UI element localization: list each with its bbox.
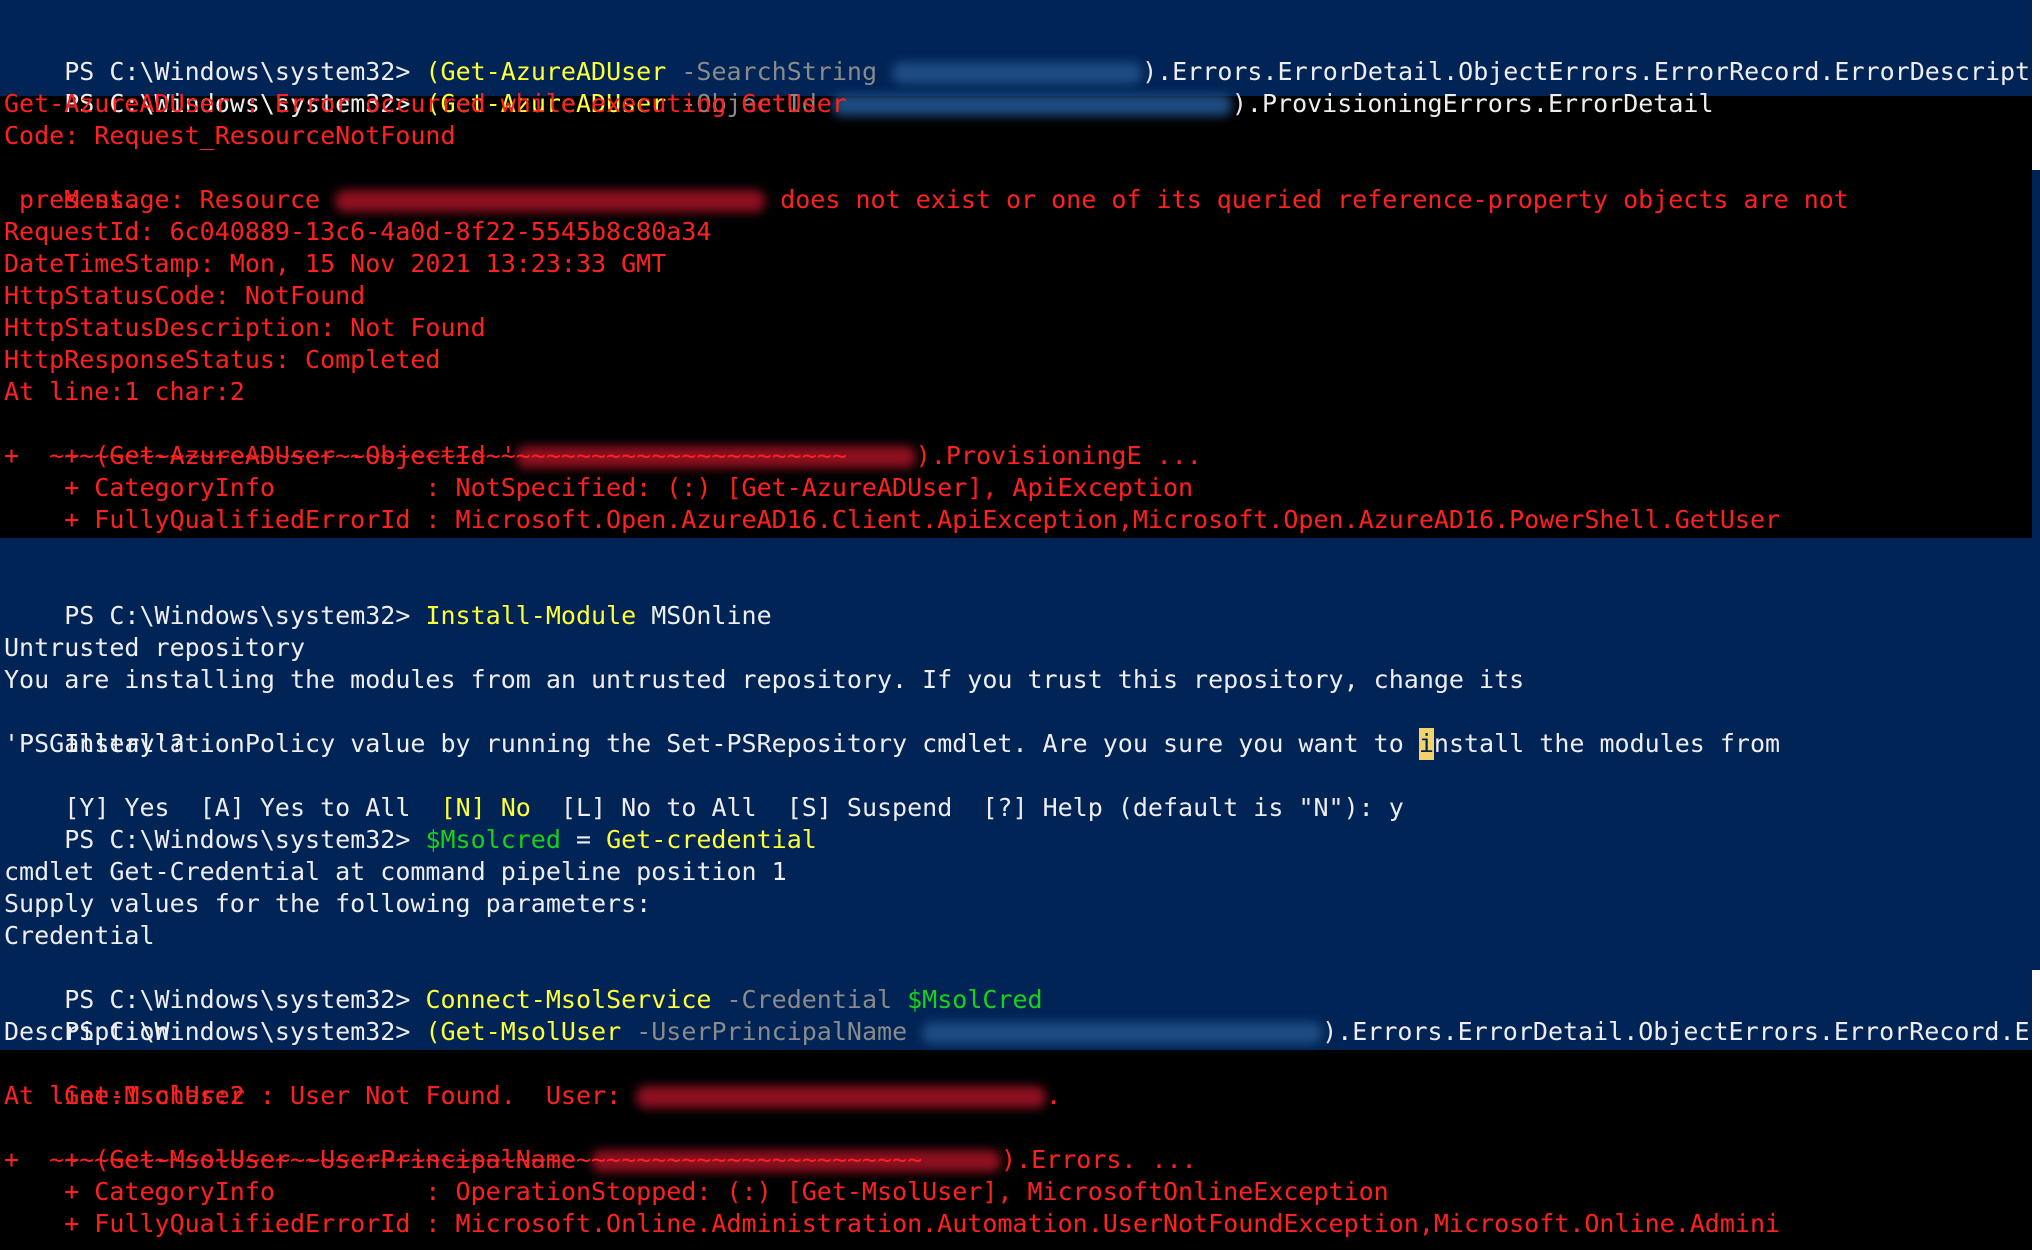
- error-line: + ~~~~~~~~~~~~~~~~~~~~~~~~~~~~~~~~~~~~~~…: [4, 1145, 923, 1174]
- error-line: At line:1 char:2: [4, 1081, 245, 1110]
- output-line: Description: [4, 1017, 170, 1046]
- error-text: .: [1046, 1081, 1062, 1110]
- argument: MSOnline: [636, 601, 772, 630]
- output-line: 'PSGallery'?: [4, 729, 185, 758]
- console-line[interactable]: PS C:\Windows\system32> Install-Module M…: [4, 568, 771, 630]
- error-line: Get-MsolUser : User Not Found. User: .: [4, 1048, 1061, 1110]
- error-line: + FullyQualifiedErrorId : Microsoft.Open…: [4, 505, 1781, 534]
- redacted-value: [922, 1022, 1323, 1044]
- error-line: HttpResponseStatus: Completed: [4, 345, 441, 374]
- powershell-console[interactable]: PS C:\Windows\system32> ( Get-AzureADUser…: [0, 0, 2040, 1250]
- output-text: InstallationPolicy value by running the …: [64, 729, 1419, 758]
- output-line: Untrusted repository: [4, 633, 306, 662]
- variable: $Msolcred: [425, 825, 561, 854]
- console-line[interactable]: PS C:\Windows\system32> (Get-AzureADUser…: [4, 24, 2040, 86]
- error-line: At line:1 char:2: [4, 377, 245, 406]
- command-name: Get-credential: [606, 825, 817, 854]
- output-line: Credential: [4, 921, 155, 950]
- command-name: Install-Module: [425, 601, 637, 630]
- error-line: + CategoryInfo : OperationStopped: (:) […: [4, 1177, 1389, 1206]
- confirm-prompt[interactable]: [Y] Yes [A] Yes to All [N] No [L] No to …: [4, 760, 1404, 822]
- error-text: ).Errors. ...: [1001, 1145, 1197, 1174]
- scrollbar-thumb[interactable]: [2032, 170, 2040, 970]
- redacted-value: [636, 1086, 1047, 1108]
- error-line: + ~~~~~~~~~~~~~~~~~~~~~~~~~~~~~~~~~~~~~~…: [4, 441, 847, 470]
- error-line: HttpStatusDescription: Not Found: [4, 313, 486, 342]
- redacted-value: [335, 190, 766, 212]
- error-text: ).ProvisioningE ...: [915, 441, 1202, 470]
- property-chain: ).ProvisioningErrors.ErrorDetail: [1231, 89, 1714, 118]
- output-line: Supply values for the following paramete…: [4, 889, 652, 918]
- console-line[interactable]: PS C:\Windows\system32> (Get-MsolUser -U…: [4, 984, 2040, 1046]
- output-line: cmdlet Get-Credential at command pipelin…: [4, 857, 787, 886]
- error-line: Message: Resource does not exist or one …: [4, 152, 1849, 214]
- error-line: Code: Request_ResourceNotFound: [4, 121, 456, 150]
- error-line: present.: [4, 185, 140, 214]
- error-line: + (Get-MsolUser -UserPrincipalName ).Err…: [4, 1112, 1196, 1174]
- output-line: InstallationPolicy value by running the …: [4, 696, 1780, 760]
- error-line: + FullyQualifiedErrorId : Microsoft.Onli…: [4, 1209, 1781, 1238]
- error-line: HttpStatusCode: NotFound: [4, 281, 366, 310]
- error-text: does not exist or one of its queried ref…: [765, 185, 1849, 214]
- console-line[interactable]: PS C:\Windows\system32> $Msolcred = Get-…: [4, 792, 817, 854]
- property-chain: ).Errors.ErrorDetail.ObjectErrors.ErrorR…: [1322, 1017, 2040, 1046]
- operator: =: [560, 825, 607, 854]
- error-line: DateTimeStamp: Mon, 15 Nov 2021 13:23:33…: [4, 249, 667, 278]
- error-line: Get-AzureADUser : Error occurred while e…: [4, 89, 847, 118]
- output-line: You are installing the modules from an u…: [4, 665, 1525, 694]
- text-cursor: i: [1418, 728, 1434, 760]
- paren: (: [425, 1017, 441, 1046]
- error-line: RequestId: 6c040889-13c6-4a0d-8f22-5545b…: [4, 217, 712, 246]
- console-line[interactable]: PS C:\Windows\system32> Connect-MsolServ…: [4, 952, 1042, 1014]
- command-name: Get-MsolUser: [440, 1017, 622, 1046]
- error-line: + (Get-AzureADUser -ObjectId ').Provisio…: [4, 408, 1202, 470]
- redacted-value: [831, 94, 1232, 116]
- output-text: nstall the modules from: [1433, 729, 1781, 758]
- parameter-name: -UserPrincipalName: [621, 1017, 923, 1046]
- prompt: PS C:\Windows\system32>: [64, 601, 426, 630]
- prompt: PS C:\Windows\system32>: [64, 825, 426, 854]
- error-line: + CategoryInfo : NotSpecified: (:) [Get-…: [4, 473, 1194, 502]
- console-line[interactable]: PS C:\Windows\system32> (Get-AzureADUser…: [4, 56, 1713, 118]
